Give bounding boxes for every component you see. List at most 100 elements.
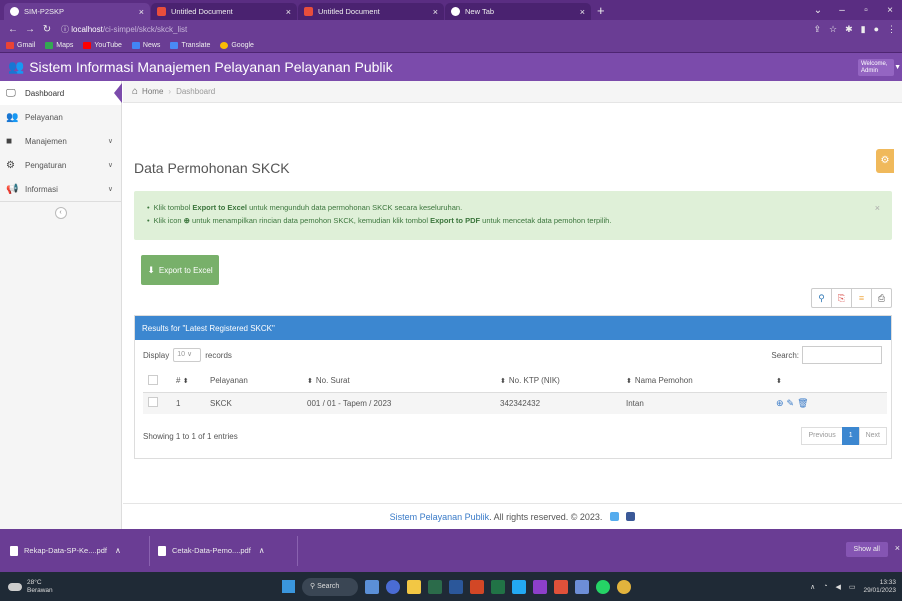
close-tab-icon[interactable]: × — [580, 7, 585, 17]
sidebar-item-dashboard[interactable]: 🖵 Dashboard — [0, 81, 122, 105]
browser-tab[interactable]: SIM-P2SKP × — [4, 3, 150, 20]
app-icon[interactable] — [575, 579, 589, 594]
zoom-in-icon[interactable]: ⊕ — [776, 398, 787, 408]
vscode-icon[interactable] — [512, 579, 526, 594]
chat-icon[interactable] — [386, 579, 400, 594]
document-icon — [157, 7, 166, 16]
collapse-left-icon[interactable]: ‹ — [54, 207, 67, 219]
new-tab-button[interactable]: + — [597, 3, 605, 18]
col-no-surat[interactable]: ⬍ No. Surat — [302, 370, 495, 393]
page-length-select[interactable]: 10 ∨ — [173, 348, 202, 362]
alert-line: Klik icon ⊕ untuk menampilkan rincian da… — [147, 216, 892, 225]
forward-icon[interactable]: → — [23, 24, 37, 35]
download-item[interactable]: Cetak-Data-Pemo....pdf ∧ — [158, 535, 298, 566]
tray-expand-icon[interactable]: ∧ — [810, 583, 815, 591]
extensions-icon[interactable]: ✱ — [845, 24, 853, 35]
bookmark-maps[interactable]: Maps — [45, 41, 73, 49]
col-actions[interactable]: ⬍ — [771, 370, 887, 393]
download-item[interactable]: Rekap-Data-SP-Ke....pdf ∧ — [10, 535, 150, 566]
col-nik[interactable]: ⬍ No. KTP (NIK) — [495, 370, 621, 393]
pencil-icon[interactable]: ✎ — [787, 398, 798, 408]
pdf-icon[interactable]: ⎘ — [831, 288, 852, 308]
database-icon[interactable]: ≡ — [851, 288, 872, 308]
close-window-icon[interactable]: × — [878, 5, 902, 16]
bookmark-gmail[interactable]: Gmail — [6, 41, 35, 49]
tab-search-icon[interactable]: ⌄ — [806, 5, 830, 16]
word-icon[interactable] — [449, 579, 463, 594]
close-tab-icon[interactable]: × — [139, 7, 144, 17]
clock[interactable]: 13:33 29/01/2023 — [863, 579, 896, 595]
bookmark-youtube[interactable]: YouTube — [83, 41, 122, 49]
search-input[interactable] — [802, 346, 882, 364]
show-all-button[interactable]: Show all — [845, 542, 888, 557]
back-icon[interactable]: ← — [6, 24, 20, 35]
select-all-checkbox[interactable] — [143, 370, 171, 393]
photoshop-icon[interactable] — [533, 579, 547, 594]
app-header: 👥 Sistem Informasi Manajemen Pelayanan P… — [0, 53, 902, 81]
file-explorer-icon[interactable] — [407, 579, 421, 594]
windows-start-icon[interactable] — [282, 580, 295, 593]
pager-next[interactable]: Next — [858, 427, 887, 445]
powerpoint-icon[interactable] — [470, 579, 484, 594]
browser-tab[interactable]: Untitled Document × — [151, 3, 297, 20]
cell-number: 1 — [171, 392, 205, 414]
reload-icon[interactable]: ↻ — [40, 24, 54, 35]
url-input[interactable]: ⓘ localhost/ci-simpel/skck/skck_list — [61, 24, 813, 35]
share-icon[interactable]: ⇪ — [813, 24, 821, 35]
settings-toggle-button[interactable]: ⚙ — [876, 149, 894, 173]
sort-icon: ⬍ — [500, 378, 506, 386]
col-nama[interactable]: ⬍ Nama Pemohon — [621, 370, 771, 393]
pager-previous[interactable]: Previous — [801, 427, 843, 445]
close-tab-icon[interactable]: × — [433, 7, 438, 17]
minimize-icon[interactable]: – — [830, 5, 854, 16]
caret-up-icon[interactable]: ∧ — [259, 546, 265, 555]
task-view-icon[interactable] — [365, 579, 379, 594]
sidebar-item-pengaturan[interactable]: ⚙ Pengaturan ∨ — [0, 153, 121, 177]
browser-tab[interactable]: New Tab × — [445, 3, 591, 20]
maximize-icon[interactable]: ▫ — [854, 5, 878, 16]
browser-tab[interactable]: Untitled Document × — [298, 3, 444, 20]
file-icon — [158, 545, 166, 556]
office-icon[interactable] — [554, 579, 568, 594]
col-number[interactable]: # ⬍ — [171, 370, 205, 393]
close-tab-icon[interactable]: × — [286, 7, 291, 17]
menu-kebab-icon[interactable]: ⋮ — [887, 24, 896, 35]
weather-widget[interactable]: 28°C Berawan — [0, 579, 53, 595]
user-menu[interactable]: Welcome, Admin ▼ — [858, 59, 901, 76]
row-checkbox[interactable] — [143, 392, 171, 414]
caret-up-icon[interactable]: ∧ — [115, 546, 121, 555]
bookmark-star-icon[interactable]: ☆ — [829, 24, 837, 35]
sidepanel-icon[interactable]: ▮ — [861, 24, 866, 35]
print-icon[interactable]: ⎙ — [871, 288, 892, 308]
sidebar-item-pelayanan[interactable]: 👥 Pelayanan — [0, 105, 121, 129]
taskbar-search[interactable]: ⚲ Search — [302, 577, 358, 596]
excel-icon[interactable] — [491, 579, 505, 594]
pager-page-1[interactable]: 1 — [841, 427, 860, 445]
twitter-icon[interactable] — [609, 512, 619, 521]
bookmark-translate[interactable]: Translate — [170, 41, 210, 49]
whatsapp-icon[interactable] — [596, 579, 610, 594]
store-icon[interactable] — [428, 579, 442, 594]
trash-icon[interactable]: 🗑 — [797, 398, 811, 408]
battery-icon[interactable]: ▭ — [849, 583, 856, 591]
close-downloads-icon[interactable]: × — [895, 543, 900, 553]
col-pelayanan[interactable]: Pelayanan — [205, 370, 302, 393]
wifi-icon[interactable]: ◔ — [823, 583, 827, 590]
bookmark-google[interactable]: Google — [220, 41, 254, 49]
volume-icon[interactable]: ◀ — [835, 583, 840, 591]
table-info: Showing 1 to 1 of 1 entries — [143, 431, 238, 441]
footer-brand-link[interactable]: Sistem Pelayanan Publik — [390, 512, 490, 522]
search-icon[interactable]: ⚲ — [811, 288, 832, 308]
chrome-icon[interactable] — [617, 579, 631, 594]
sidebar-item-manajemen[interactable]: ■ Manajemen ∨ — [0, 129, 121, 153]
datatable-controls: Display 10 ∨ records Search: — [135, 340, 891, 370]
profile-avatar-icon[interactable]: ● — [874, 24, 879, 35]
facebook-icon[interactable] — [626, 512, 636, 521]
close-alert-icon[interactable]: × — [875, 203, 880, 213]
breadcrumb-home[interactable]: Home — [142, 87, 163, 96]
sidebar-item-informasi[interactable]: 📢 Informasi ∨ — [0, 177, 121, 201]
sidebar-collapse: ‹ — [0, 201, 121, 223]
export-excel-button[interactable]: ⬇ Export to Excel — [141, 255, 219, 285]
bookmark-news[interactable]: News — [131, 41, 160, 49]
address-bar: ← → ↻ ⓘ localhost/ci-simpel/skck/skck_li… — [0, 20, 902, 38]
